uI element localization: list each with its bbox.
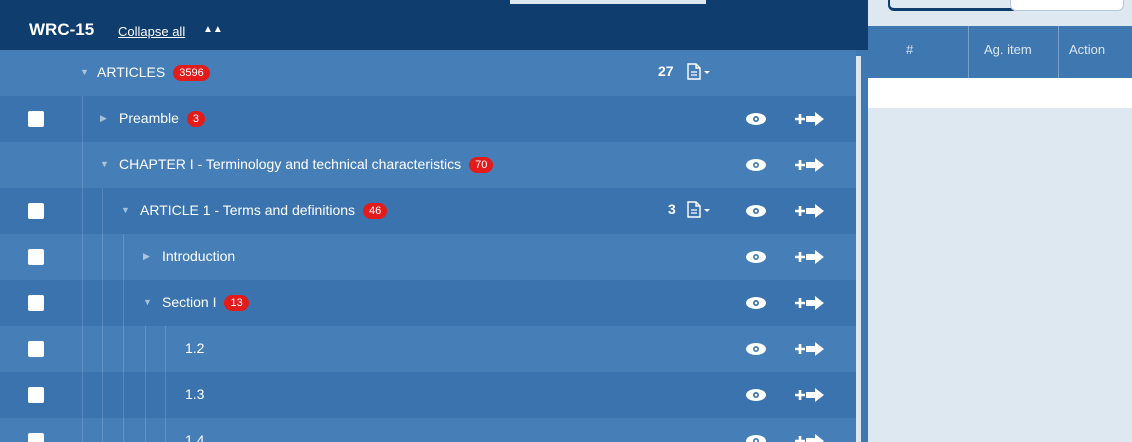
tree-row-1-3[interactable]: 1.3 bbox=[0, 372, 856, 418]
add-arrow-icon[interactable] bbox=[795, 156, 827, 174]
eye-icon[interactable] bbox=[745, 111, 767, 127]
tree-row-label: Section I bbox=[162, 294, 217, 310]
tree-row-label: ARTICLES bbox=[97, 64, 166, 80]
column-header-number[interactable]: # bbox=[906, 42, 913, 57]
tree-row-preamble[interactable]: ▶ Preamble 3 bbox=[0, 96, 856, 142]
tree-row-label: Preamble bbox=[119, 110, 179, 126]
collapse-up-icon[interactable]: ▲▲ bbox=[203, 24, 223, 35]
collapse-all-link[interactable]: Collapse all bbox=[118, 24, 185, 39]
eye-icon[interactable] bbox=[745, 249, 767, 265]
document-dropdown-icon[interactable] bbox=[683, 61, 713, 83]
count-badge: 13 bbox=[224, 295, 249, 311]
row-checkbox[interactable] bbox=[28, 295, 44, 311]
expand-triangle-icon[interactable]: ▶ bbox=[143, 251, 150, 262]
tree-row-label: Introduction bbox=[162, 248, 236, 264]
column-header-action[interactable]: Action bbox=[1069, 42, 1105, 57]
row-checkbox[interactable] bbox=[28, 341, 44, 357]
document-count: 27 bbox=[658, 63, 674, 79]
tree-row-1-4[interactable]: 1.4 bbox=[0, 418, 856, 442]
tree-row-label: 1.4 bbox=[185, 432, 205, 442]
collapse-triangle-icon[interactable]: ▼ bbox=[80, 67, 89, 77]
tree-header: WRC-15 Collapse all ▲▲ bbox=[0, 4, 868, 50]
add-arrow-icon[interactable] bbox=[795, 110, 827, 128]
right-top-input[interactable] bbox=[1010, 0, 1124, 11]
count-badge: 70 bbox=[469, 157, 494, 173]
eye-icon[interactable] bbox=[745, 157, 767, 173]
row-checkbox[interactable] bbox=[28, 203, 44, 219]
add-arrow-icon[interactable] bbox=[795, 294, 827, 312]
add-arrow-icon[interactable] bbox=[795, 248, 827, 266]
column-header-agenda-item[interactable]: Ag. item bbox=[984, 42, 1032, 57]
results-empty-row bbox=[868, 78, 1132, 108]
eye-icon[interactable] bbox=[745, 433, 767, 442]
eye-icon[interactable] bbox=[745, 295, 767, 311]
tree-scrollbar[interactable] bbox=[856, 56, 861, 442]
add-arrow-icon[interactable] bbox=[795, 432, 827, 442]
row-checkbox[interactable] bbox=[28, 433, 44, 442]
row-checkbox[interactable] bbox=[28, 111, 44, 127]
collapse-triangle-icon[interactable]: ▼ bbox=[143, 297, 152, 307]
tree-row-label: CHAPTER I - Terminology and technical ch… bbox=[119, 156, 462, 172]
right-tab-outline bbox=[888, 0, 1014, 11]
tree-row-label: 1.2 bbox=[185, 340, 205, 356]
document-dropdown-icon[interactable] bbox=[683, 199, 713, 221]
collapse-triangle-icon[interactable]: ▼ bbox=[100, 159, 109, 169]
add-arrow-icon[interactable] bbox=[795, 202, 827, 220]
tree-row-chapter-1[interactable]: ▼ CHAPTER I - Terminology and technical … bbox=[0, 142, 856, 188]
tree-row-label: 1.3 bbox=[185, 386, 205, 402]
row-checkbox[interactable] bbox=[28, 249, 44, 265]
eye-icon[interactable] bbox=[745, 387, 767, 403]
row-checkbox[interactable] bbox=[28, 387, 44, 403]
tree-row-article-1[interactable]: ▼ ARTICLE 1 - Terms and definitions 46 3 bbox=[0, 188, 856, 234]
tree-row-label: ARTICLE 1 - Terms and definitions bbox=[140, 202, 356, 218]
collapse-triangle-icon[interactable]: ▼ bbox=[121, 205, 130, 215]
tree-row-articles[interactable]: ▼ ARTICLES 3596 27 bbox=[0, 50, 856, 96]
results-table-header: # Ag. item Action bbox=[868, 26, 1132, 78]
tree-row-1-2[interactable]: 1.2 bbox=[0, 326, 856, 372]
conference-title: WRC-15 bbox=[29, 20, 95, 39]
count-badge: 46 bbox=[363, 203, 388, 219]
eye-icon[interactable] bbox=[745, 203, 767, 219]
count-badge: 3 bbox=[186, 111, 206, 127]
expand-triangle-icon[interactable]: ▶ bbox=[100, 113, 107, 124]
tree-row-section-1[interactable]: ▼ Section I 13 bbox=[0, 280, 856, 326]
tree-row-introduction[interactable]: ▶ Introduction bbox=[0, 234, 856, 280]
add-arrow-icon[interactable] bbox=[795, 340, 827, 358]
tree-panel: WRC-15 Collapse all ▲▲ ▼ ARTICLES 3596 27… bbox=[0, 4, 868, 442]
document-count: 3 bbox=[668, 201, 676, 217]
count-badge: 3596 bbox=[173, 65, 210, 81]
eye-icon[interactable] bbox=[745, 341, 767, 357]
add-arrow-icon[interactable] bbox=[795, 386, 827, 404]
